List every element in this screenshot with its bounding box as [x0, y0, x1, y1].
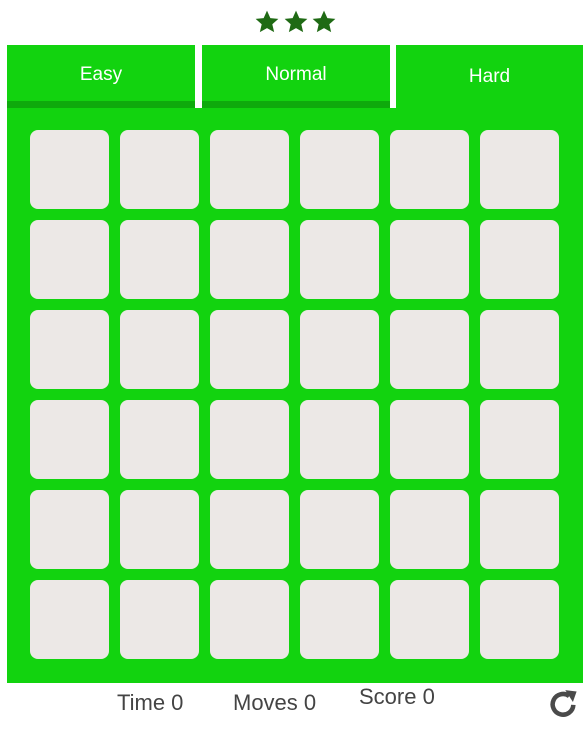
memory-card[interactable]: [300, 580, 379, 659]
tab-normal[interactable]: Normal: [202, 45, 390, 108]
memory-card[interactable]: [480, 130, 559, 209]
memory-card[interactable]: [300, 400, 379, 479]
memory-card[interactable]: [300, 310, 379, 389]
memory-card[interactable]: [390, 130, 469, 209]
memory-card[interactable]: [210, 580, 289, 659]
restart-icon: [546, 687, 580, 721]
star-icon: [311, 9, 337, 35]
restart-button[interactable]: [546, 687, 580, 721]
memory-card[interactable]: [30, 130, 109, 209]
memory-card[interactable]: [210, 130, 289, 209]
score-counter: Score 0: [359, 684, 435, 709]
memory-card[interactable]: [120, 310, 199, 389]
memory-card[interactable]: [300, 490, 379, 569]
memory-card[interactable]: [210, 310, 289, 389]
memory-card[interactable]: [480, 310, 559, 389]
memory-card[interactable]: [120, 400, 199, 479]
memory-card[interactable]: [390, 310, 469, 389]
tab-easy[interactable]: Easy: [7, 45, 195, 108]
memory-card[interactable]: [210, 220, 289, 299]
memory-card[interactable]: [120, 130, 199, 209]
star-rating: [254, 9, 338, 35]
memory-card[interactable]: [300, 130, 379, 209]
game-board: [7, 108, 583, 683]
memory-card[interactable]: [480, 220, 559, 299]
star-icon: [254, 9, 280, 35]
time-counter: Time 0: [117, 690, 184, 715]
memory-card[interactable]: [120, 580, 199, 659]
memory-card[interactable]: [30, 490, 109, 569]
memory-card[interactable]: [120, 490, 199, 569]
memory-card[interactable]: [210, 490, 289, 569]
memory-card[interactable]: [480, 490, 559, 569]
memory-card[interactable]: [120, 220, 199, 299]
difficulty-tabs: Easy Normal Hard: [7, 45, 583, 108]
memory-card[interactable]: [480, 400, 559, 479]
memory-card[interactable]: [390, 490, 469, 569]
memory-card[interactable]: [390, 400, 469, 479]
memory-card[interactable]: [390, 580, 469, 659]
memory-card[interactable]: [480, 580, 559, 659]
memory-card[interactable]: [30, 220, 109, 299]
memory-card[interactable]: [210, 400, 289, 479]
memory-card[interactable]: [30, 580, 109, 659]
memory-card[interactable]: [300, 220, 379, 299]
memory-card[interactable]: [390, 220, 469, 299]
moves-counter: Moves 0: [233, 690, 317, 715]
star-icon: [283, 9, 309, 35]
memory-card[interactable]: [30, 310, 109, 389]
tab-hard[interactable]: Hard: [396, 45, 583, 108]
memory-card[interactable]: [30, 400, 109, 479]
